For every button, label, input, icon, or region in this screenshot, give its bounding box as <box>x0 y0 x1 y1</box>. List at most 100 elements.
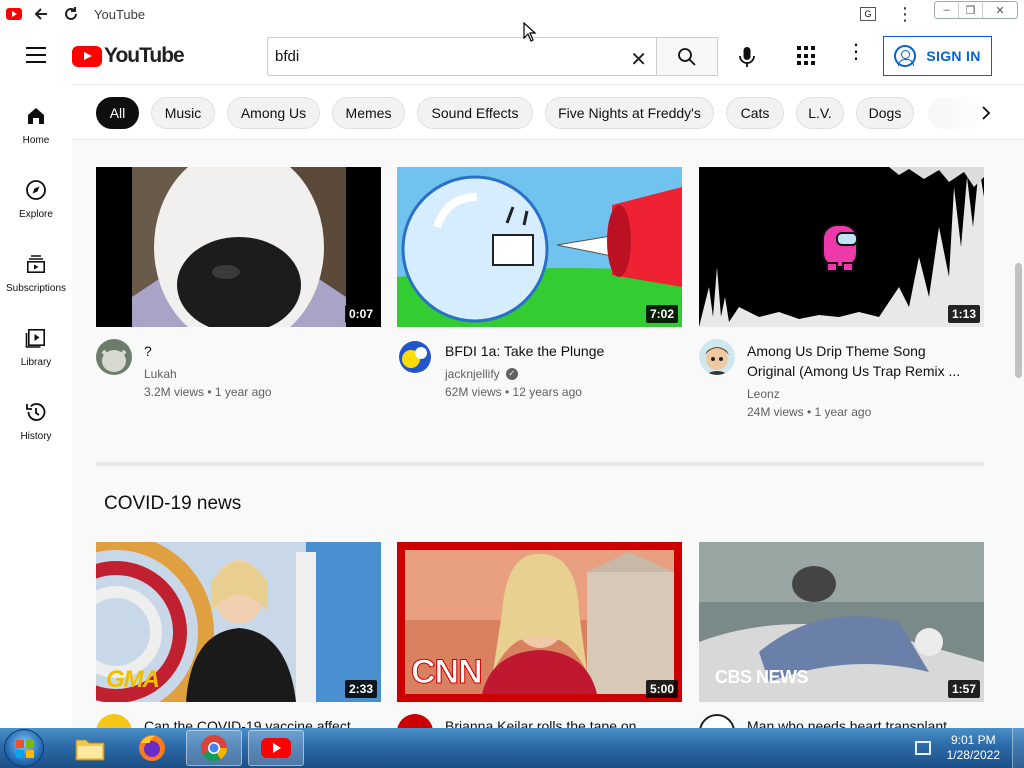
clear-search-icon[interactable]: ✕ <box>630 47 647 72</box>
sidebar-item-history[interactable]: History <box>0 380 72 450</box>
channel-name[interactable]: Lukah <box>144 367 177 381</box>
filter-chip-bar: All Music Among Us Memes Sound Effects F… <box>72 84 1024 140</box>
translate-icon[interactable]: G <box>860 7 876 21</box>
browser-menu-icon[interactable]: ⋮ <box>896 5 914 23</box>
scrollbar-thumb[interactable] <box>1015 263 1022 378</box>
chip-cats[interactable]: Cats <box>726 97 784 129</box>
minimize-button[interactable]: – <box>935 2 959 18</box>
voice-search-button[interactable] <box>731 41 763 73</box>
chip-memes[interactable]: Memes <box>332 97 405 129</box>
sidebar-label: Home <box>22 135 50 146</box>
sidebar-item-explore[interactable]: Explore <box>0 158 72 228</box>
video-title[interactable]: Among Us Drip Theme Song Original (Among… <box>747 341 977 381</box>
start-button[interactable] <box>4 729 44 767</box>
video-card[interactable]: 7:02 BFDI 1a: Take the Plunge jacknjelli… <box>397 167 682 399</box>
search-results: 0:07 ? Lukah 3.2M views • 1 year ago 7:0… <box>72 140 1014 728</box>
news-video-card[interactable]: GMA 2:33 Can the COVID-19 vaccine affect <box>96 542 381 728</box>
duration-badge: 1:13 <box>947 305 980 323</box>
sidebar-label: History <box>20 431 52 442</box>
windows-taskbar: 9:01 PM 1/28/2022 <box>0 728 1024 768</box>
video-meta: 62M views • 12 years ago <box>445 385 582 399</box>
channel-name-text: Lukah <box>144 367 177 381</box>
mouse-cursor-icon <box>523 22 537 42</box>
channel-avatar[interactable] <box>397 714 433 728</box>
gma-logo: GMA <box>106 666 160 693</box>
taskbar-clock[interactable]: 9:01 PM 1/28/2022 <box>947 733 1000 763</box>
channel-avatar[interactable] <box>397 339 433 375</box>
restore-button[interactable]: ❐ <box>959 2 983 18</box>
thumbnail-bubble-image <box>397 167 682 327</box>
news-video-card[interactable]: CBS NEWS 1:57 Man who needs heart transp… <box>699 542 984 728</box>
shelf-title: COVID-19 news <box>104 493 242 514</box>
taskbar-chrome[interactable] <box>186 730 242 766</box>
system-tray: 9:01 PM 1/28/2022 <box>914 728 1024 768</box>
clock-date: 1/28/2022 <box>946 748 1000 762</box>
reload-button[interactable] <box>60 3 82 25</box>
search-box: ✕ <box>267 37 657 76</box>
chevron-right-icon <box>982 106 991 120</box>
sign-in-label: SIGN IN <box>926 48 981 64</box>
taskbar-file-explorer[interactable] <box>62 730 118 766</box>
chip-five-nights[interactable]: Five Nights at Freddy's <box>545 97 714 129</box>
taskbar-youtube[interactable] <box>248 730 304 766</box>
video-thumbnail[interactable]: GMA 2:33 <box>96 542 381 702</box>
chip-lv[interactable]: L.V. <box>796 97 844 129</box>
duration-badge: 1:57 <box>947 680 980 698</box>
subscriptions-icon <box>26 255 45 273</box>
verified-check-icon: ✓ <box>505 368 518 380</box>
sidebar-label: Subscriptions <box>5 283 67 294</box>
duration-badge: 7:02 <box>645 305 678 323</box>
sidebar-item-home[interactable]: Home <box>0 84 72 154</box>
video-meta: 3.2M views • 1 year ago <box>144 385 272 399</box>
sidebar-item-library[interactable]: Library <box>0 306 72 376</box>
channel-avatar[interactable] <box>96 339 132 375</box>
thumbnail-dog-image <box>96 167 381 327</box>
news-video-card[interactable]: CNN 5:00 Brianna Keilar rolls the tape o… <box>397 542 682 728</box>
chip-all[interactable]: All <box>96 97 139 129</box>
cnn-logo: CNN <box>411 653 484 692</box>
show-desktop-button[interactable] <box>1012 728 1024 768</box>
channel-name[interactable]: Leonz <box>747 387 780 401</box>
sidebar-label: Library <box>20 357 52 368</box>
settings-more-icon[interactable]: ⋮ <box>846 42 866 62</box>
youtube-logo[interactable]: YouTube <box>72 44 185 68</box>
video-thumbnail[interactable]: CNN 5:00 <box>397 542 682 702</box>
channel-avatar[interactable] <box>699 339 735 375</box>
back-button[interactable] <box>30 3 52 25</box>
channel-name[interactable]: jacknjellify ✓ <box>445 367 518 381</box>
video-title[interactable]: Brianna Keilar rolls the tape on <box>445 716 675 728</box>
search-button[interactable] <box>656 37 718 76</box>
video-thumbnail[interactable]: 0:07 <box>96 167 381 327</box>
video-card[interactable]: 1:13 Among Us Drip Theme Song Original (… <box>699 167 984 419</box>
close-window-button[interactable]: ✕ <box>983 2 1017 18</box>
sidebar-item-subscriptions[interactable]: Subscriptions <box>0 232 72 302</box>
chip-among-us[interactable]: Among Us <box>227 97 320 129</box>
window-title: YouTube <box>94 6 146 22</box>
youtube-apps-icon[interactable] <box>795 44 819 68</box>
channel-avatar[interactable] <box>699 714 735 728</box>
video-thumbnail[interactable]: 7:02 <box>397 167 682 327</box>
channel-avatar[interactable] <box>96 714 132 728</box>
sign-in-button[interactable]: SIGN IN <box>883 36 992 76</box>
microphone-icon <box>739 47 755 67</box>
search-input[interactable] <box>268 48 608 65</box>
compass-icon <box>26 180 46 200</box>
taskbar-firefox[interactable] <box>124 730 180 766</box>
youtube-play-logo-icon <box>72 45 102 67</box>
chip-music[interactable]: Music <box>151 97 215 129</box>
menu-icon[interactable] <box>26 47 46 63</box>
video-title[interactable]: Can the COVID-19 vaccine affect <box>144 716 374 728</box>
video-title[interactable]: Man who needs heart transplant <box>747 716 977 728</box>
video-card[interactable]: 0:07 ? Lukah 3.2M views • 1 year ago <box>96 167 381 399</box>
video-title[interactable]: BFDI 1a: Take the Plunge <box>445 341 675 361</box>
arrow-left-icon <box>34 8 47 20</box>
page-scrollbar[interactable] <box>1014 140 1024 728</box>
video-title[interactable]: ? <box>144 341 374 361</box>
video-thumbnail[interactable]: 1:13 <box>699 167 984 327</box>
chip-next-button[interactable] <box>972 99 1000 127</box>
network-icon[interactable] <box>914 741 931 755</box>
chip-dogs[interactable]: Dogs <box>856 97 914 129</box>
chip-sound-effects[interactable]: Sound Effects <box>417 97 533 129</box>
video-thumbnail[interactable]: CBS NEWS 1:57 <box>699 542 984 702</box>
mini-guide-sidebar: Home Explore Subscriptions Library Histo… <box>0 84 72 728</box>
